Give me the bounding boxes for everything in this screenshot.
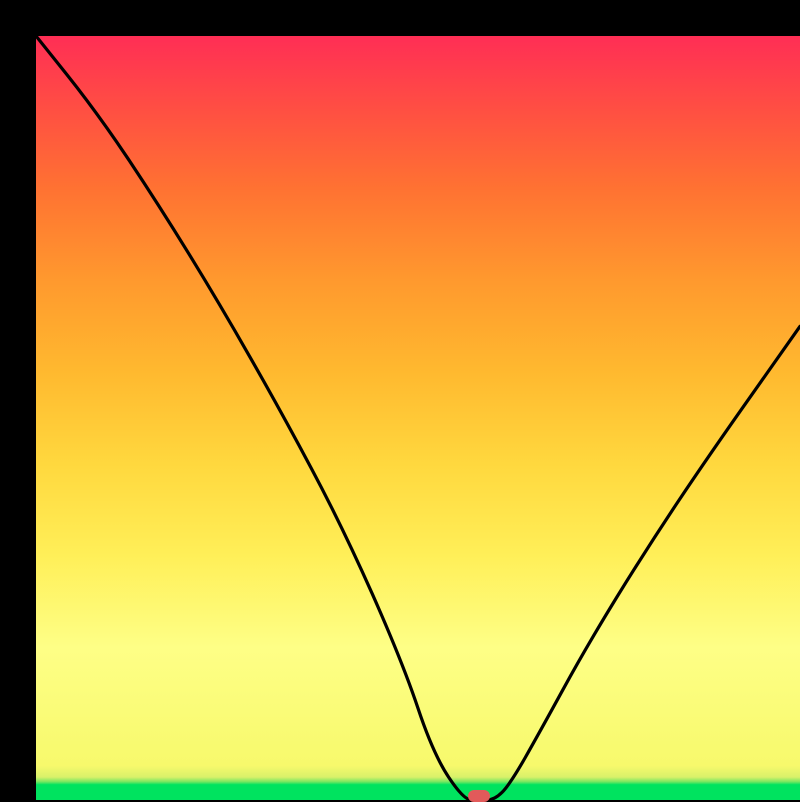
bottleneck-curve <box>36 36 800 800</box>
curve-path <box>36 36 800 800</box>
chart-frame <box>0 0 800 800</box>
plot-area <box>36 36 800 800</box>
optimum-marker <box>468 790 490 802</box>
